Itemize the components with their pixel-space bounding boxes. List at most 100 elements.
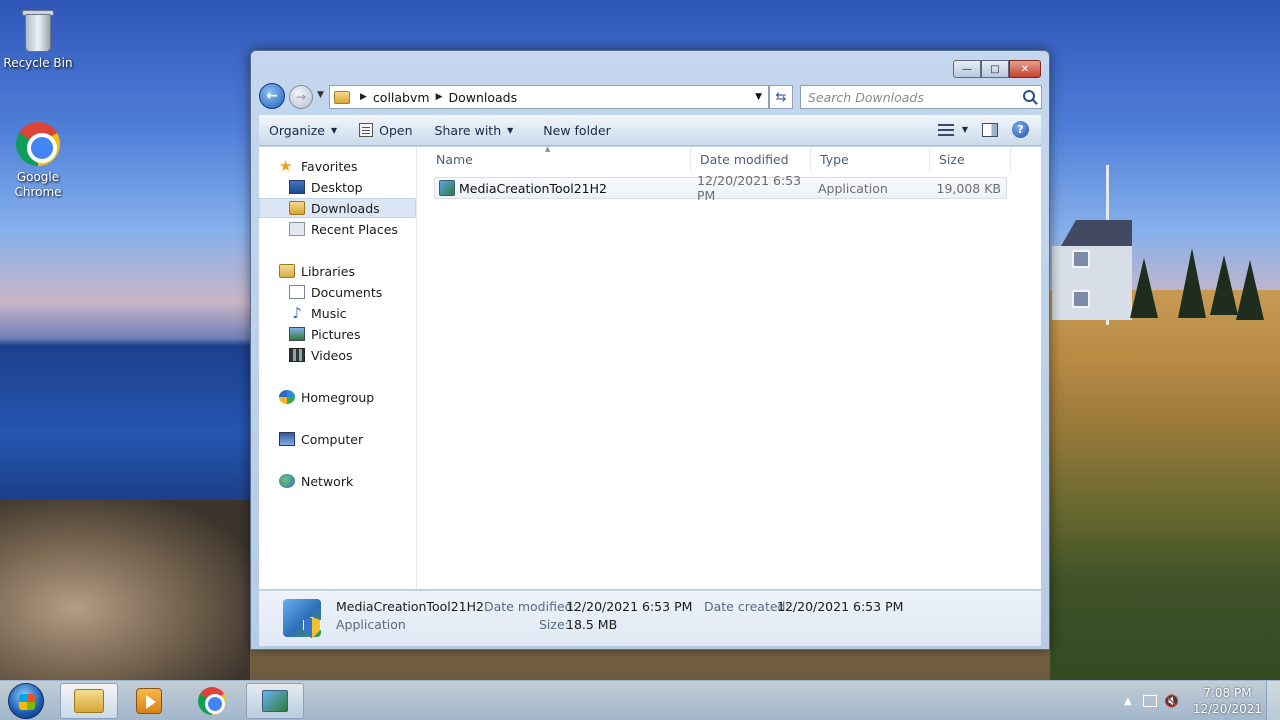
chevron-down-icon[interactable]: ▼ <box>755 92 762 102</box>
nav-item-documents[interactable]: Documents <box>259 282 416 302</box>
desktop-icon-recycle-bin[interactable]: Recycle Bin <box>0 8 76 70</box>
taskbar-media-creation-tool-button[interactable] <box>246 683 304 719</box>
nav-item-network[interactable]: Network <box>259 471 416 491</box>
refresh-icon: ⇆ <box>775 89 787 105</box>
column-header-name[interactable]: Name ▲ <box>427 145 691 171</box>
wallpaper-tree <box>1130 258 1158 318</box>
folder-icon <box>334 90 350 104</box>
help-icon[interactable]: ? <box>1012 121 1029 138</box>
chevron-right-icon[interactable]: ▶ <box>360 92 367 102</box>
column-header-type[interactable]: Type <box>811 147 930 171</box>
downloads-folder-icon <box>289 201 305 215</box>
column-header-date-modified[interactable]: Date modified <box>691 147 811 171</box>
maximize-button[interactable]: □ <box>981 60 1009 78</box>
chevron-down-icon: ▼ <box>961 125 968 134</box>
details-size-label: Size: <box>539 617 569 632</box>
recent-places-icon <box>289 222 305 236</box>
arrow-left-icon: ← <box>266 88 278 104</box>
back-button[interactable]: ← <box>259 83 285 109</box>
nav-item-recent-places[interactable]: Recent Places <box>259 219 416 239</box>
details-file-type: Application <box>336 617 406 632</box>
documents-icon <box>289 285 305 299</box>
nav-item-videos[interactable]: Videos <box>259 345 416 365</box>
homegroup-icon <box>279 390 295 404</box>
column-header-label: Date modified <box>700 151 789 167</box>
nav-item-desktop[interactable]: Desktop <box>259 177 416 197</box>
nav-item-label: Pictures <box>311 326 361 342</box>
nav-item-label: Computer <box>301 431 364 447</box>
column-header-row: Name ▲ Date modified Type Size <box>427 145 1011 171</box>
organize-button[interactable]: Organize ▼ <box>259 115 348 145</box>
sort-ascending-icon: ▲ <box>545 145 551 153</box>
search-placeholder: Search Downloads <box>808 89 924 105</box>
address-row: ← → ▼ ▶ collabvm ▶ Downloads ▼ ⇆ Search … <box>259 83 1042 111</box>
file-list-pane: Name ▲ Date modified Type Size MediaCrea… <box>427 145 1041 589</box>
taskbar: ▲ 🔇 7:08 PM 12/20/2021 <box>0 680 1280 720</box>
nav-item-label: Homegroup <box>301 389 375 405</box>
show-hidden-icons-icon[interactable]: ▲ <box>1121 694 1135 708</box>
taskbar-media-player-button[interactable] <box>120 683 178 719</box>
change-view-button[interactable]: ▼ <box>937 123 968 136</box>
recent-pages-dropdown[interactable]: ▼ <box>317 90 324 100</box>
nav-item-downloads[interactable]: Downloads <box>259 198 416 218</box>
nav-item-music[interactable]: ♪ Music <box>259 303 416 323</box>
nav-item-favorites[interactable]: ★ Favorites <box>259 156 416 176</box>
wallpaper-rocks <box>0 500 250 680</box>
breadcrumb-item[interactable]: Downloads <box>448 90 517 105</box>
nav-item-computer[interactable]: Computer <box>259 429 416 449</box>
file-size: 19,008 KB <box>936 180 1001 196</box>
address-bar[interactable]: ▶ collabvm ▶ Downloads ▼ <box>329 85 769 109</box>
start-button[interactable] <box>8 683 44 719</box>
wallpaper-tree <box>1210 255 1238 315</box>
caption-buttons: — □ ✕ <box>953 60 1041 78</box>
speaker-muted-icon[interactable]: 🔇 <box>1164 694 1179 708</box>
column-header-label: Type <box>820 151 849 167</box>
new-folder-button[interactable]: New folder <box>524 115 622 145</box>
system-tray: ▲ 🔇 7:08 PM 12/20/2021 <box>1121 681 1262 720</box>
taskbar-chrome-button[interactable] <box>183 683 241 719</box>
nav-item-label: Downloads <box>311 200 380 216</box>
chevron-right-icon[interactable]: ▶ <box>436 92 443 102</box>
nav-item-pictures[interactable]: Pictures <box>259 324 416 344</box>
desktop-icon-google-chrome[interactable]: Google Chrome <box>0 122 76 200</box>
open-label: Open <box>379 122 413 138</box>
breadcrumb-item[interactable]: collabvm <box>373 90 430 105</box>
command-bar: Organize ▼ Open Share with ▼ New folder … <box>259 115 1041 146</box>
details-file-name: MediaCreationTool21H2 <box>336 599 484 614</box>
desktop-icon-label: Recycle Bin <box>3 56 73 70</box>
nav-item-label: Libraries <box>301 263 355 279</box>
column-header-size[interactable]: Size <box>930 147 1011 171</box>
nav-item-label: Documents <box>311 284 383 300</box>
close-button[interactable]: ✕ <box>1009 60 1041 78</box>
nav-item-label: Desktop <box>311 179 363 195</box>
nav-item-libraries[interactable]: Libraries <box>259 261 416 281</box>
share-with-label: Share with <box>434 122 502 138</box>
details-size: 18.5 MB <box>566 617 618 632</box>
chevron-down-icon: ▼ <box>507 125 514 135</box>
content-area: ★ Favorites Desktop Downloads Recent Pla… <box>259 145 1041 589</box>
preview-pane-icon[interactable] <box>982 122 998 137</box>
media-creation-tool-icon <box>262 690 288 712</box>
action-center-flag-icon[interactable] <box>1142 695 1157 707</box>
details-date-created: 12/20/2021 6:53 PM <box>777 599 904 614</box>
forward-button[interactable]: → <box>289 85 313 109</box>
minimize-button[interactable]: — <box>953 60 981 78</box>
windows-explorer-icon <box>74 689 104 713</box>
file-row[interactable]: MediaCreationTool21H2 12/20/2021 6:53 PM… <box>434 173 1007 203</box>
chrome-icon <box>198 687 226 715</box>
file-type: Application <box>818 180 888 196</box>
show-desktop-button[interactable] <box>1266 681 1280 720</box>
details-date-modified: 12/20/2021 6:53 PM <box>566 599 693 614</box>
open-button[interactable]: Open <box>348 115 423 145</box>
desktop-icon-label: Google Chrome <box>14 170 62 199</box>
view-controls: ▼ ? <box>937 121 1029 138</box>
recycle-bin-icon <box>21 8 55 52</box>
clock[interactable]: 7:08 PM 12/20/2021 <box>1193 685 1262 717</box>
column-header-label: Size <box>939 151 965 167</box>
refresh-button[interactable]: ⇆ <box>769 85 793 109</box>
search-input[interactable]: Search Downloads <box>800 85 1042 109</box>
share-with-button[interactable]: Share with ▼ <box>424 115 525 145</box>
taskbar-explorer-button[interactable] <box>60 683 118 719</box>
navigation-pane: ★ Favorites Desktop Downloads Recent Pla… <box>259 147 417 589</box>
nav-item-homegroup[interactable]: Homegroup <box>259 387 416 407</box>
